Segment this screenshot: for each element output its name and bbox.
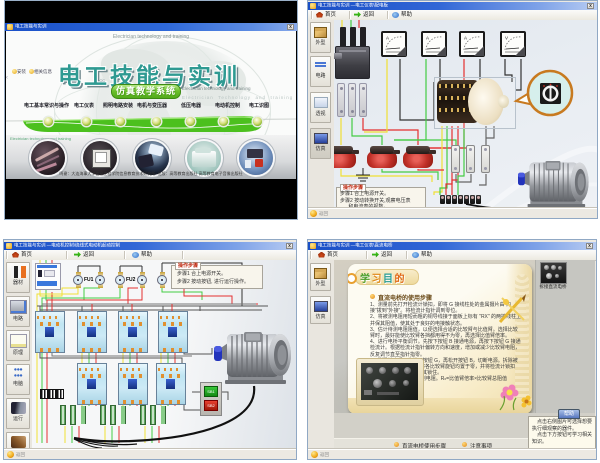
svg-text:A: A [464, 36, 467, 41]
svg-text:V: V [505, 36, 508, 41]
svg-text:A: A [386, 36, 389, 41]
svg-text:A: A [426, 36, 429, 41]
